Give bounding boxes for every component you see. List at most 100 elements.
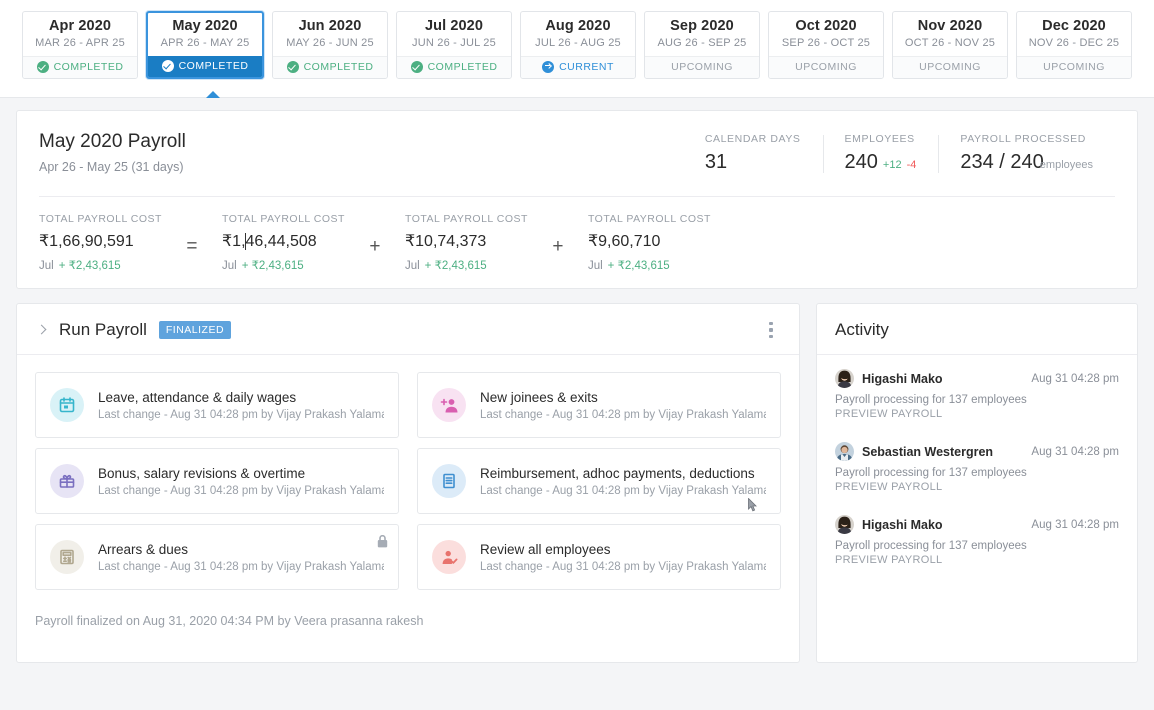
status-badge: FINALIZED [159,321,231,339]
activity-description: Payroll processing for 137 employees [835,540,1119,552]
month-tab-jul-2020[interactable]: Jul 2020JUN 26 - JUL 25 COMPLETED [396,11,512,79]
activity-row-header: Higashi Mako Aug 31 04:28 pm [835,369,1119,388]
month-tab-range: JUN 26 - JUL 25 [397,34,511,56]
summary-heading-block: May 2020 Payroll Apr 26 - May 25 (31 day… [39,131,683,174]
month-tab-may-2020[interactable]: May 2020APR 26 - MAY 25COMPLETED [146,11,264,79]
task-card-leave-attendance-daily-wages[interactable]: Leave, attendance & daily wagesLast chan… [35,372,399,438]
month-tab-oct-2020[interactable]: Oct 2020SEP 26 - OCT 25UPCOMING [768,11,884,79]
activity-tag: PREVIEW PAYROLL [835,554,1119,566]
month-tab-range: MAR 26 - APR 25 [23,34,137,56]
selected-month-caret [206,91,220,98]
activity-tag: PREVIEW PAYROLL [835,408,1119,420]
month-tab-apr-2020[interactable]: Apr 2020MAR 26 - APR 25COMPLETED [22,11,138,79]
stat-delta-down: -4 [907,159,917,171]
cost-delta-month: Jul [39,260,54,272]
activity-row-header: Sebastian WestergrenAug 31 04:28 pm [835,442,1119,461]
chevron-right-icon[interactable] [35,322,51,338]
stat-label: PAYROLL PROCESSED [960,133,1093,145]
stat-value: 240 [845,151,878,174]
task-text: Bonus, salary revisions & overtimeLast c… [98,466,384,497]
cost-value: ₹1,66,90,591 [39,231,162,251]
month-tab-range: OCT 26 - NOV 25 [893,34,1007,56]
page-content: May 2020 Payroll Apr 26 - May 25 (31 day… [0,98,1154,663]
stat-value: 234 / 240 [960,151,1043,174]
task-card-review-all-employees[interactable]: Review all employeesLast change - Aug 31… [417,524,781,590]
month-tab-nov-2020[interactable]: Nov 2020OCT 26 - NOV 25UPCOMING [892,11,1008,79]
cost-value: ₹10,74,373 [405,231,528,251]
task-card-reimbursement-adhoc-payments-deductions[interactable]: Reimbursement, adhoc payments, deduction… [417,448,781,514]
run-payroll-title: Run Payroll [59,320,147,340]
month-tab-status: UPCOMING [893,56,1007,78]
run-payroll-panel: Run Payroll FINALIZED Leave, attendance … [16,303,800,663]
activity-tag: PREVIEW PAYROLL [835,481,1119,493]
month-tab-title: Dec 2020 [1017,12,1131,34]
task-last-change: Last change - Aug 31 04:28 pm by Vijay P… [98,561,384,573]
month-tab-status-label: UPCOMING [1043,61,1105,73]
month-tab-range: NOV 26 - DEC 25 [1017,34,1131,56]
cost-value: ₹1,46,44,508 [222,231,345,251]
month-tab-status: COMPLETED [23,56,137,78]
task-text: Reimbursement, adhoc payments, deduction… [480,466,766,497]
cost-delta-month: Jul [222,260,237,272]
stat-value: 31 [705,151,727,174]
month-tab-sep-2020[interactable]: Sep 2020AUG 26 - SEP 25UPCOMING [644,11,760,79]
cost-delta-month: Jul [405,260,420,272]
total-payroll-cost-4: TOTAL PAYROLL COST₹9,60,710Jul+ ₹2,43,61… [588,213,711,272]
cost-delta: Jul+ ₹2,43,615 [222,258,345,272]
month-tab-status-label: COMPLETED [428,61,498,73]
avatar [835,515,854,534]
month-tab-title: Jun 2020 [273,12,387,34]
activity-title: Activity [817,304,1137,355]
activity-timestamp: Aug 31 04:28 pm [1031,373,1119,385]
activity-timestamp: Aug 31 04:28 pm [1031,519,1119,531]
lock-icon [377,535,388,548]
user-add-icon [432,388,466,422]
month-tab-status: COMPLETED [148,56,262,77]
gift-icon [50,464,84,498]
more-options-icon[interactable] [761,320,781,340]
month-tab-title: Aug 2020 [521,12,635,34]
avatar [835,442,854,461]
month-tab-jun-2020[interactable]: Jun 2020MAY 26 - JUN 25COMPLETED [272,11,388,79]
activity-description: Payroll processing for 137 employees [835,467,1119,479]
task-card-arrears-dues[interactable]: Arrears & dues Last change - Aug 31 04:28… [35,524,399,590]
task-card-new-joinees-exits[interactable]: New joinees & exitsLast change - Aug 31 … [417,372,781,438]
arrow-circle-icon [542,61,554,73]
activity-timestamp: Aug 31 04:28 pm [1031,446,1119,458]
cost-operator: = [162,236,222,258]
total-payroll-cost-1: TOTAL PAYROLL COST₹1,66,90,591Jul+ ₹2,43… [39,213,162,272]
cost-label: TOTAL PAYROLL COST [222,213,345,225]
payroll-period-strip: Apr 2020MAR 26 - APR 25COMPLETEDMay 2020… [0,0,1154,98]
task-title: Reimbursement, adhoc payments, deduction… [480,466,766,481]
month-tab-status: UPCOMING [1017,56,1131,78]
stat-value-row: 31 [705,151,801,174]
activity-item: Higashi Mako Aug 31 04:28 pm Payroll proce… [835,515,1119,566]
activity-user-name: Higashi Mako [862,372,943,386]
page-subtitle: Apr 26 - May 25 (31 days) [39,160,683,174]
task-title: Bonus, salary revisions & overtime [98,466,384,481]
month-tab-status: UPCOMING [645,56,759,78]
month-tab-title: Jul 2020 [397,12,511,34]
month-tab-status: CURRENT [521,56,635,78]
summary-header: May 2020 Payroll Apr 26 - May 25 (31 day… [39,131,1115,174]
check-circle-icon [162,60,174,72]
user-check-icon [432,540,466,574]
task-card-bonus-salary-revisions-overtime[interactable]: Bonus, salary revisions & overtimeLast c… [35,448,399,514]
activity-panel: Activity Higashi Mako Aug 31 04:28 pm Payr… [816,303,1138,663]
month-tab-title: Nov 2020 [893,12,1007,34]
run-payroll-header: Run Payroll FINALIZED [17,304,799,355]
cost-label: TOTAL PAYROLL COST [39,213,162,225]
task-title: Leave, attendance & daily wages [98,390,384,405]
stat-employees: EMPLOYEES240+12-4 [823,133,939,174]
activity-user-name: Higashi Mako [862,518,943,532]
month-tab-dec-2020[interactable]: Dec 2020NOV 26 - DEC 25 UPCOMING [1016,11,1132,79]
payroll-summary-panel: May 2020 Payroll Apr 26 - May 25 (31 day… [16,110,1138,289]
stat-calendar-days: CALENDAR DAYS31 [683,133,823,174]
task-title: Arrears & dues [98,542,384,557]
month-tab-aug-2020[interactable]: Aug 2020JUL 26 - AUG 25CURRENT [520,11,636,79]
month-tab-status-label: CURRENT [559,61,614,73]
task-last-change: Last change - Aug 31 04:28 pm by Vijay P… [480,409,766,421]
cost-delta-amount: + ₹2,43,615 [608,260,670,272]
task-last-change: Last change - Aug 31 04:28 pm by Vijay P… [480,485,766,497]
month-tab-range: MAY 26 - JUN 25 [273,34,387,56]
